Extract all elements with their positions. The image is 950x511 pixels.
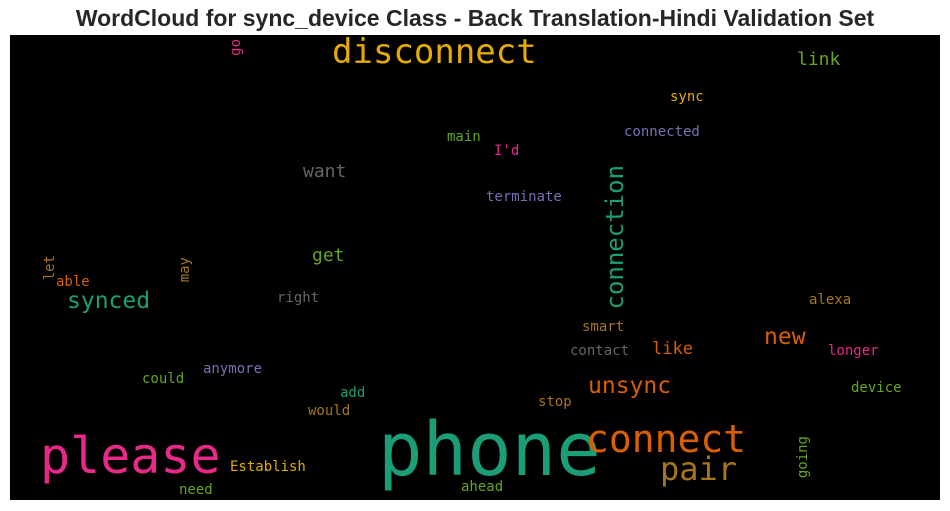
word-add: add bbox=[340, 385, 366, 401]
word-device: device bbox=[851, 380, 902, 396]
wordcloud-canvas: phone please connect disconnect pair connecti… bbox=[10, 35, 940, 500]
word-would: would bbox=[308, 403, 351, 419]
word-right: right bbox=[277, 290, 320, 306]
word-may: may bbox=[177, 257, 193, 283]
word-connected: connected bbox=[624, 124, 700, 140]
word-new: new bbox=[764, 324, 806, 350]
word-synced: synced bbox=[67, 288, 151, 314]
word-ahead: ahead bbox=[461, 479, 504, 495]
word-main: main bbox=[447, 129, 481, 145]
word-unsync: unsync bbox=[588, 373, 672, 399]
word-longer: longer bbox=[828, 343, 879, 359]
word-disconnect: disconnect bbox=[332, 35, 537, 72]
word-sync: sync bbox=[670, 89, 704, 105]
word-phone: phone bbox=[378, 407, 601, 493]
word-let: let bbox=[42, 255, 58, 281]
word-need: need bbox=[179, 482, 213, 498]
word-stop: stop bbox=[538, 394, 572, 410]
word-going: going bbox=[795, 436, 811, 479]
word-link: link bbox=[797, 49, 841, 70]
word-could: could bbox=[142, 371, 185, 387]
word-terminate: terminate bbox=[486, 189, 562, 205]
word-like: like bbox=[652, 339, 693, 359]
word-please: please bbox=[40, 427, 221, 485]
word-contact: contact bbox=[570, 343, 630, 359]
word-get: get bbox=[312, 245, 345, 266]
word-connection: connection bbox=[601, 165, 629, 310]
word-i-d: I'd bbox=[494, 143, 520, 159]
word-alexa: alexa bbox=[809, 292, 852, 308]
chart-title: WordCloud for sync_device Class - Back T… bbox=[75, 5, 875, 31]
word-anymore: anymore bbox=[203, 361, 263, 377]
word-able: able bbox=[56, 274, 90, 290]
word-go: go bbox=[228, 39, 244, 56]
word-establish: Establish bbox=[230, 459, 306, 475]
word-want: want bbox=[303, 161, 347, 182]
word-pair: pair bbox=[660, 450, 738, 488]
word-smart: smart bbox=[582, 319, 625, 335]
